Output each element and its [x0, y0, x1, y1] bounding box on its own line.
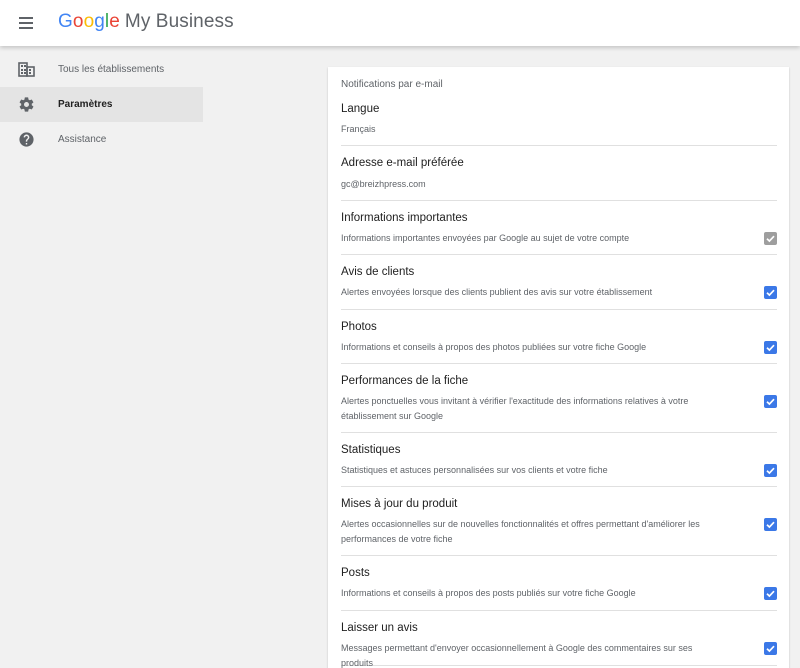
sidebar-item-help[interactable]: Assistance	[0, 122, 203, 157]
leave-feedback-checkbox[interactable]	[764, 642, 777, 655]
notification-description: Informations et conseils à propos des po…	[341, 588, 636, 598]
notification-row-photos: Photos Informations et conseils à propos…	[341, 321, 777, 364]
notification-row-customer-reviews: Avis de clients Alertes envoyées lorsque…	[341, 266, 777, 310]
product-name: My Business	[124, 11, 234, 32]
sidebar-item-settings[interactable]: Paramètres	[0, 87, 203, 122]
notification-title: Informations importantes	[341, 212, 468, 224]
notification-row-statistics: Statistiques Statistiques et astuces per…	[341, 444, 777, 487]
sidebar-item-label: Assistance	[58, 134, 107, 145]
notification-row-listing-performance: Performances de la fiche Alertes ponctue…	[341, 375, 777, 433]
gear-icon	[18, 96, 35, 113]
language-title: Langue	[341, 103, 380, 115]
sidebar: Tous les établissements Paramètres Assis…	[0, 46, 203, 668]
email-notifications-card: Notifications par e-mail Langue Français…	[328, 67, 789, 668]
notification-row-important-info: Informations importantes Informations im…	[341, 212, 777, 255]
email-row[interactable]: Adresse e-mail préférée gc@breizhpress.c…	[341, 157, 777, 201]
sidebar-item-label: Paramètres	[58, 99, 113, 110]
notification-row-leave-feedback: Laisser un avis Messages permettant d'en…	[341, 622, 777, 668]
customer-reviews-checkbox[interactable]	[764, 286, 777, 299]
menu-icon[interactable]	[15, 14, 37, 32]
notification-row-product-updates: Mises à jour du produit Alertes occasion…	[341, 498, 777, 556]
language-value: Français	[341, 124, 376, 134]
notification-title: Laisser un avis	[341, 622, 418, 634]
notification-row-posts: Posts Informations et conseils à propos …	[341, 567, 777, 611]
email-title: Adresse e-mail préférée	[341, 157, 464, 169]
building-icon	[18, 61, 35, 78]
card-header: Notifications par e-mail	[341, 79, 443, 90]
notification-description: Statistiques et astuces personnalisées s…	[341, 465, 608, 475]
notification-description: Alertes occasionnelles sur de nouvelles …	[341, 519, 700, 544]
notification-description: Informations et conseils à propos des ph…	[341, 342, 647, 352]
notification-description: Alertes ponctuelles vous invitant à véri…	[341, 396, 689, 421]
email-value: gc@breizhpress.com	[341, 179, 426, 189]
listing-performance-checkbox[interactable]	[764, 395, 777, 408]
notification-title: Performances de la fiche	[341, 375, 469, 387]
google-my-business-logo[interactable]: Google My Business	[58, 11, 234, 33]
notification-description: Alertes envoyées lorsque des clients pub…	[341, 287, 653, 297]
photos-checkbox[interactable]	[764, 341, 777, 354]
notification-title: Mises à jour du produit	[341, 498, 458, 510]
help-icon	[18, 131, 35, 148]
statistics-checkbox[interactable]	[764, 464, 777, 477]
posts-checkbox[interactable]	[764, 587, 777, 600]
notification-description: Messages permettant d'envoyer occasionne…	[341, 643, 693, 668]
sidebar-item-all-locations[interactable]: Tous les établissements	[0, 52, 203, 87]
product-updates-checkbox[interactable]	[764, 518, 777, 531]
important-info-checkbox	[764, 232, 777, 245]
notification-title: Photos	[341, 321, 377, 333]
notification-title: Statistiques	[341, 444, 401, 456]
notification-title: Posts	[341, 567, 370, 579]
notification-title: Avis de clients	[341, 266, 415, 278]
top-app-bar: Google My Business	[0, 0, 800, 46]
notification-description: Informations importantes envoyées par Go…	[341, 233, 630, 243]
language-row[interactable]: Langue Français	[341, 103, 777, 146]
sidebar-item-label: Tous les établissements	[58, 64, 165, 75]
